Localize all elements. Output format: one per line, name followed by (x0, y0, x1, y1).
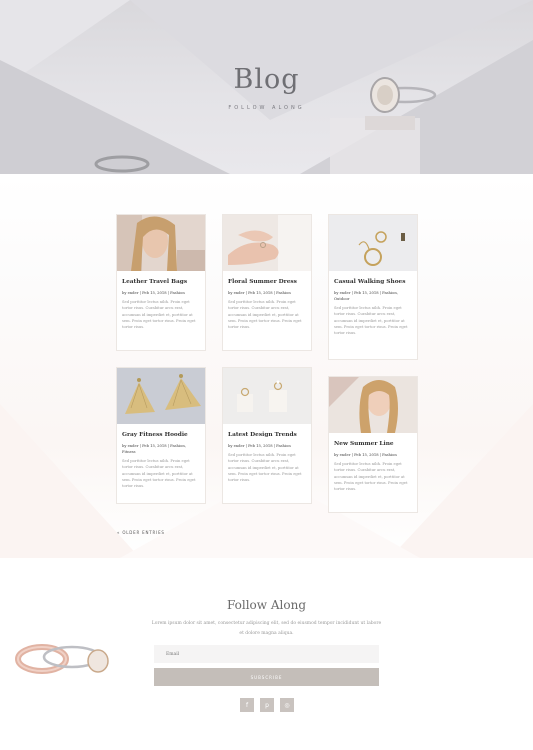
blog-card[interactable]: Leather Travel Bags by ender | Feb 15, 2… (116, 214, 206, 351)
post-excerpt: Sed porttitor lectus nibh. Proin eget to… (334, 306, 408, 336)
facebook-glyph: f (245, 701, 249, 709)
ring-boxes-image (223, 368, 311, 424)
earrings-image (329, 215, 417, 271)
hero-banner: Blog FOLLOW ALONG (0, 0, 533, 174)
pinterest-glyph: p (265, 701, 269, 709)
follow-title: Follow Along (226, 598, 307, 612)
post-thumbnail[interactable] (117, 215, 205, 271)
fan-earrings-image (117, 368, 205, 424)
curly-hair-woman-image (329, 377, 417, 433)
post-excerpt: Sed porttitor lectus nibh. Proin eget to… (122, 459, 196, 489)
woman-portrait-image (117, 215, 205, 271)
page-title: Blog (233, 64, 300, 95)
post-thumbnail[interactable] (223, 215, 311, 271)
blog-card[interactable]: Gray Fitness Hoodie by ender | Feb 15, 2… (116, 367, 206, 504)
follow-description: Lorem ipsum dolor sit amet, consectetur … (151, 621, 382, 636)
blog-card[interactable]: Floral Summer Dress by ender | Feb 15, 2… (222, 214, 312, 351)
post-excerpt: Sed porttitor lectus nibh. Proin eget to… (334, 462, 408, 492)
facebook-icon[interactable]: f (240, 698, 254, 712)
older-entries-link[interactable]: « OLDER ENTRIES (117, 530, 165, 535)
subscribe-button[interactable]: SUBSCRIBE (154, 668, 379, 686)
ring-image-blurred (94, 155, 150, 173)
email-field[interactable]: Email (154, 645, 379, 663)
post-meta: by ender | Feb 15, 2018 | Fashion (228, 444, 291, 448)
post-excerpt: Sed porttitor lectus nibh. Proin eget to… (122, 300, 196, 330)
blog-card[interactable]: Casual Walking Shoes by ender | Feb 15, … (328, 214, 418, 360)
post-thumbnail[interactable] (117, 368, 205, 424)
post-title[interactable]: Casual Walking Shoes (334, 278, 412, 286)
post-meta: by ender | Feb 15, 2018 | Fashion, Outdo… (334, 291, 398, 301)
post-meta: by ender | Feb 15, 2018 | Fashion, Fitne… (122, 444, 186, 454)
post-thumbnail[interactable] (329, 215, 417, 271)
post-title[interactable]: Leather Travel Bags (122, 278, 200, 286)
blog-card[interactable]: Latest Design Trends by ender | Feb 15, … (222, 367, 312, 504)
hands-ring-image (223, 215, 311, 271)
post-meta: by ender | Feb 15, 2018 | Fashion (228, 291, 291, 295)
post-title[interactable]: New Summer Line (334, 440, 412, 448)
instagram-icon[interactable]: ◎ (280, 698, 294, 712)
post-title[interactable]: Floral Summer Dress (228, 278, 306, 286)
blog-card[interactable]: New Summer Line by ender | Feb 15, 2018 … (328, 376, 418, 513)
post-title[interactable]: Latest Design Trends (228, 431, 306, 439)
rings-image (15, 644, 109, 674)
pinterest-icon[interactable]: p (260, 698, 274, 712)
post-excerpt: Sed porttitor lectus nibh. Proin eget to… (228, 300, 302, 330)
instagram-glyph: ◎ (284, 701, 290, 709)
post-thumbnail[interactable] (329, 377, 417, 433)
post-meta: by ender | Feb 15, 2018 | Fashion (122, 291, 185, 295)
page-subtitle: FOLLOW ALONG (228, 105, 305, 111)
post-excerpt: Sed porttitor lectus nibh. Proin eget to… (228, 453, 302, 483)
post-thumbnail[interactable] (223, 368, 311, 424)
post-meta: by ender | Feb 15, 2018 | Fashion (334, 453, 397, 457)
post-title[interactable]: Gray Fitness Hoodie (122, 431, 200, 439)
